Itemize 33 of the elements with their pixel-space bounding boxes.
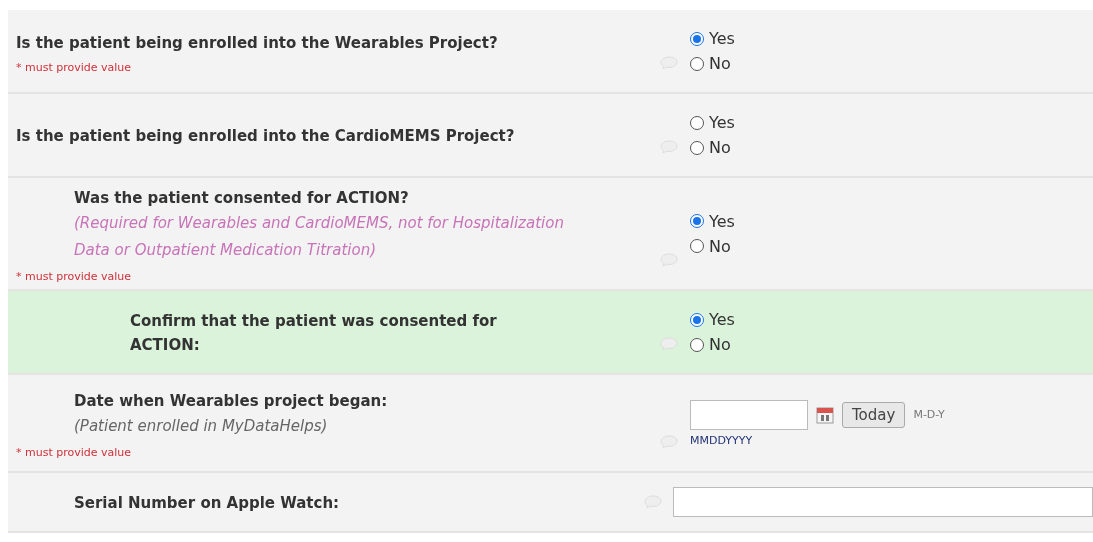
question-label: Serial Number on Apple Watch: [73, 493, 341, 514]
radio-option[interactable]: No [690, 335, 1093, 354]
radio-button[interactable] [690, 56, 704, 71]
required-note: * must provide value [16, 270, 133, 283]
radio-option[interactable]: No [690, 54, 1093, 73]
radio-option[interactable]: Yes [690, 211, 1093, 231]
radio-option[interactable]: Yes [690, 310, 1093, 329]
radio-button[interactable] [690, 31, 704, 46]
question-label: Is the patient being enrolled into the Wearables Project? [16, 32, 499, 54]
today-button[interactable]: Today [842, 401, 906, 428]
radio-option[interactable]: No [690, 236, 1093, 256]
question-label: Is the patient being enrolled into the CardioMEMS Project? [16, 126, 516, 147]
radio-button[interactable] [690, 239, 704, 253]
required-note: * must provide value [16, 60, 133, 74]
question-note: (Required for Wearables and CardioMEMS, not for Hospitalization Data or Outpatient Medication Titration) [73, 213, 565, 261]
radio-button[interactable] [690, 140, 704, 155]
radio-option[interactable]: No [690, 138, 1093, 157]
radio-option[interactable]: Yes [690, 29, 1093, 48]
date-format-hint: MMDDYYYY [690, 433, 754, 447]
question-label: Date when Wearables project began: [73, 391, 389, 412]
radio-button[interactable] [690, 337, 704, 352]
required-note: * must provide value [16, 446, 133, 459]
question-label: Confirm that the patient was consented for ACTION: [129, 311, 498, 356]
text-field[interactable] [673, 487, 1093, 517]
radio-button[interactable] [690, 115, 704, 130]
question-label: Was the patient consented for ACTION? [73, 188, 410, 209]
calendar-icon[interactable] [816, 405, 834, 424]
radio-option[interactable]: Yes [690, 113, 1093, 132]
radio-button[interactable] [690, 214, 704, 228]
date-field[interactable] [690, 399, 808, 430]
question-note: (Patient enrolled in MyDataHelps) [73, 416, 329, 437]
date-format-label: M-D-Y [913, 408, 945, 421]
radio-button[interactable] [690, 312, 704, 327]
